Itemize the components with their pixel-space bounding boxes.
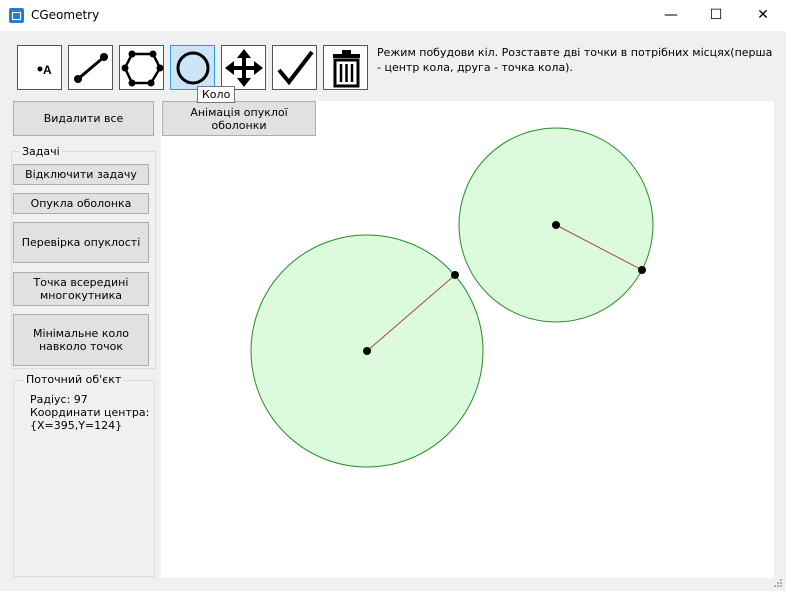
- circle-tool[interactable]: [170, 45, 215, 90]
- circle-icon: [176, 51, 210, 85]
- center-value: {X=395,Y=124}: [30, 419, 123, 432]
- segment-tool[interactable]: [68, 45, 113, 90]
- tooltip: Коло: [197, 86, 236, 103]
- point-icon: A: [37, 63, 52, 77]
- move-tool[interactable]: [221, 45, 266, 90]
- delete-all-button[interactable]: Видалити все: [13, 101, 154, 136]
- resize-grip-icon[interactable]: [773, 578, 783, 588]
- close-button[interactable]: ✕: [740, 0, 786, 31]
- drawing-canvas[interactable]: [161, 101, 774, 578]
- circle-shape-1[interactable]: [250, 234, 484, 468]
- circle-1-center-point[interactable]: [363, 347, 371, 355]
- min-enclosing-circle-button[interactable]: Мінімальне коло навколо точок: [13, 314, 149, 366]
- check-tool[interactable]: [272, 45, 317, 90]
- segment-icon: [74, 53, 108, 83]
- circle-1-edge-point[interactable]: [451, 271, 459, 279]
- canvas-drawing: [250, 127, 654, 468]
- maximize-button[interactable]: ☐: [693, 0, 739, 31]
- delete-tool[interactable]: [323, 45, 368, 90]
- convex-hull-button[interactable]: Опукла оболонка: [13, 193, 149, 214]
- polygon-icon: [121, 50, 164, 87]
- point-tool[interactable]: A: [17, 45, 62, 90]
- disable-task-button[interactable]: Відключити задачу: [13, 164, 149, 185]
- polygon-tool[interactable]: [119, 45, 164, 90]
- radius-text: Радіус: 97: [30, 393, 88, 406]
- move-icon: [225, 49, 263, 87]
- hull-animation-button[interactable]: Анімація опуклої оболонки: [162, 101, 316, 136]
- convexity-check-button[interactable]: Перевірка опуклості: [13, 222, 149, 263]
- app-icon: [9, 8, 24, 23]
- trash-icon: [333, 50, 360, 88]
- window-title: CGeometry: [31, 8, 100, 22]
- check-icon: [277, 50, 314, 86]
- center-label: Координати центра:: [30, 406, 150, 419]
- point-in-polygon-button[interactable]: Точка всередині многокутника: [13, 272, 149, 306]
- mode-hint: Режим побудови кіл. Розставте дві точки …: [377, 46, 773, 74]
- svg-text:A: A: [43, 63, 52, 77]
- current-object-label: Поточний об'єкт: [24, 373, 124, 386]
- circle-shape-2[interactable]: [458, 127, 654, 323]
- title-bar: CGeometry — ☐ ✕: [0, 0, 786, 31]
- circle-2-edge-point[interactable]: [638, 266, 646, 274]
- circle-2-center-point[interactable]: [552, 221, 560, 229]
- minimize-button[interactable]: —: [648, 0, 694, 31]
- tasks-group-label: Задачі: [20, 145, 62, 158]
